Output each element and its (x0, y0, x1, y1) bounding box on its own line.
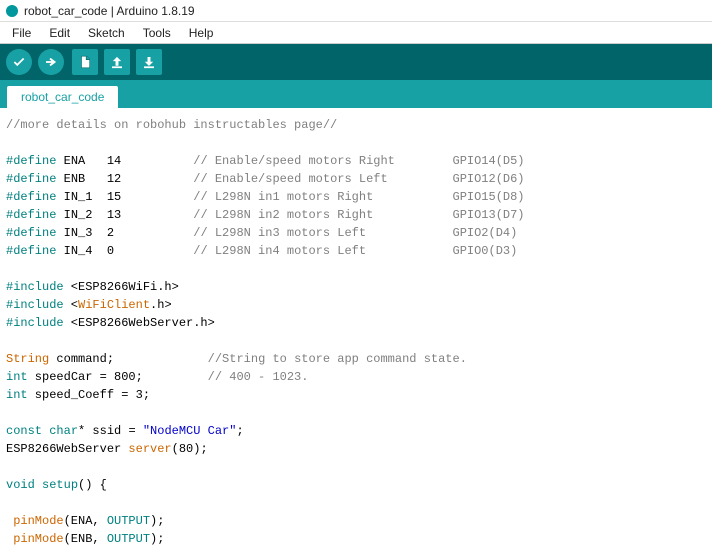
code-string: "NodeMCU Car" (143, 424, 237, 438)
code-comment: // Enable/speed motors Right GPIO14(D5) (193, 154, 524, 168)
code-func: setup (35, 478, 78, 492)
code-comment: // Enable/speed motors Left GPIO12(D6) (193, 172, 524, 186)
code-keyword: #define (6, 190, 56, 204)
code-text: IN_2 13 (56, 208, 193, 222)
menu-tools[interactable]: Tools (135, 24, 179, 42)
code-func: pinMode (6, 514, 64, 528)
menu-help[interactable]: Help (181, 24, 222, 42)
menu-edit[interactable]: Edit (41, 24, 78, 42)
toolbar-right-group (72, 49, 162, 75)
menu-sketch[interactable]: Sketch (80, 24, 133, 42)
code-const: OUTPUT (107, 514, 150, 528)
arrow-down-icon (142, 55, 156, 69)
code-text: speedCar = 800; (28, 370, 208, 384)
menubar: File Edit Sketch Tools Help (0, 22, 712, 44)
code-comment: // 400 - 1023. (208, 370, 309, 384)
tabbar: robot_car_code (0, 80, 712, 108)
code-text: ESP8266WiFi (78, 280, 157, 294)
code-keyword: #define (6, 226, 56, 240)
code-keyword: #define (6, 172, 56, 186)
code-text: .h (157, 280, 171, 294)
code-comment: // L298N in1 motors Right GPIO15(D8) (193, 190, 524, 204)
code-text: > (172, 280, 179, 294)
toolbar-left-group (6, 49, 64, 75)
window-title: robot_car_code | Arduino 1.8.19 (24, 4, 195, 18)
code-keyword: char (42, 424, 78, 438)
code-keyword: #define (6, 244, 56, 258)
code-keyword: #include (6, 280, 64, 294)
code-text: > (164, 298, 171, 312)
code-keyword: #include (6, 316, 64, 330)
code-comment: // L298N in2 motors Right GPIO13(D7) (193, 208, 524, 222)
file-icon (78, 55, 92, 69)
new-button[interactable] (72, 49, 98, 75)
code-comment: // L298N in4 motors Left GPIO0(D3) (193, 244, 517, 258)
code-text: < (64, 316, 78, 330)
code-func: pinMode (6, 532, 64, 546)
titlebar: robot_car_code | Arduino 1.8.19 (0, 0, 712, 22)
code-comment: //more details on robohub instructables … (6, 118, 337, 132)
code-text: * ssid = (78, 424, 143, 438)
code-text: (80); (172, 442, 208, 456)
code-keyword: int (6, 370, 28, 384)
code-text: .h (193, 316, 207, 330)
open-button[interactable] (104, 49, 130, 75)
code-text: speed_Coeff = 3; (28, 388, 150, 402)
code-type: String (6, 352, 49, 366)
save-button[interactable] (136, 49, 162, 75)
code-text: > (208, 316, 215, 330)
code-comment: //String to store app command state. (208, 352, 467, 366)
code-comment: // L298N in3 motors Left GPIO2(D4) (193, 226, 517, 240)
code-keyword: #define (6, 208, 56, 222)
code-keyword: #define (6, 154, 56, 168)
arrow-right-icon (44, 55, 58, 69)
code-keyword: const (6, 424, 42, 438)
code-text: command; (49, 352, 207, 366)
code-text: IN_3 2 (56, 226, 193, 240)
code-text: () { (78, 478, 107, 492)
code-text: ESP8266WebServer (78, 316, 193, 330)
code-text: ; (236, 424, 243, 438)
code-text: < (64, 280, 78, 294)
code-text: ENA 14 (56, 154, 193, 168)
verify-button[interactable] (6, 49, 32, 75)
code-text: ); (150, 514, 164, 528)
code-text: IN_1 15 (56, 190, 193, 204)
code-editor[interactable]: //more details on robohub instructables … (0, 108, 712, 556)
arrow-up-icon (110, 55, 124, 69)
code-text: IN_4 0 (56, 244, 193, 258)
code-text: .h (150, 298, 164, 312)
code-keyword: #include (6, 298, 64, 312)
code-text: ESP8266WebServer (6, 442, 128, 456)
check-icon (12, 55, 26, 69)
arduino-icon (6, 5, 18, 17)
code-text: (ENB, (64, 532, 107, 546)
upload-button[interactable] (38, 49, 64, 75)
code-text: ENB 12 (56, 172, 193, 186)
code-text: (ENA, (64, 514, 107, 528)
tab-main[interactable]: robot_car_code (6, 85, 119, 108)
code-keyword: void (6, 478, 35, 492)
code-keyword: int (6, 388, 28, 402)
code-const: OUTPUT (107, 532, 150, 546)
menu-file[interactable]: File (4, 24, 39, 42)
code-text: < (64, 298, 78, 312)
toolbar (0, 44, 712, 80)
code-type: WiFiClient (78, 298, 150, 312)
code-ident: server (128, 442, 171, 456)
code-text: ); (150, 532, 164, 546)
